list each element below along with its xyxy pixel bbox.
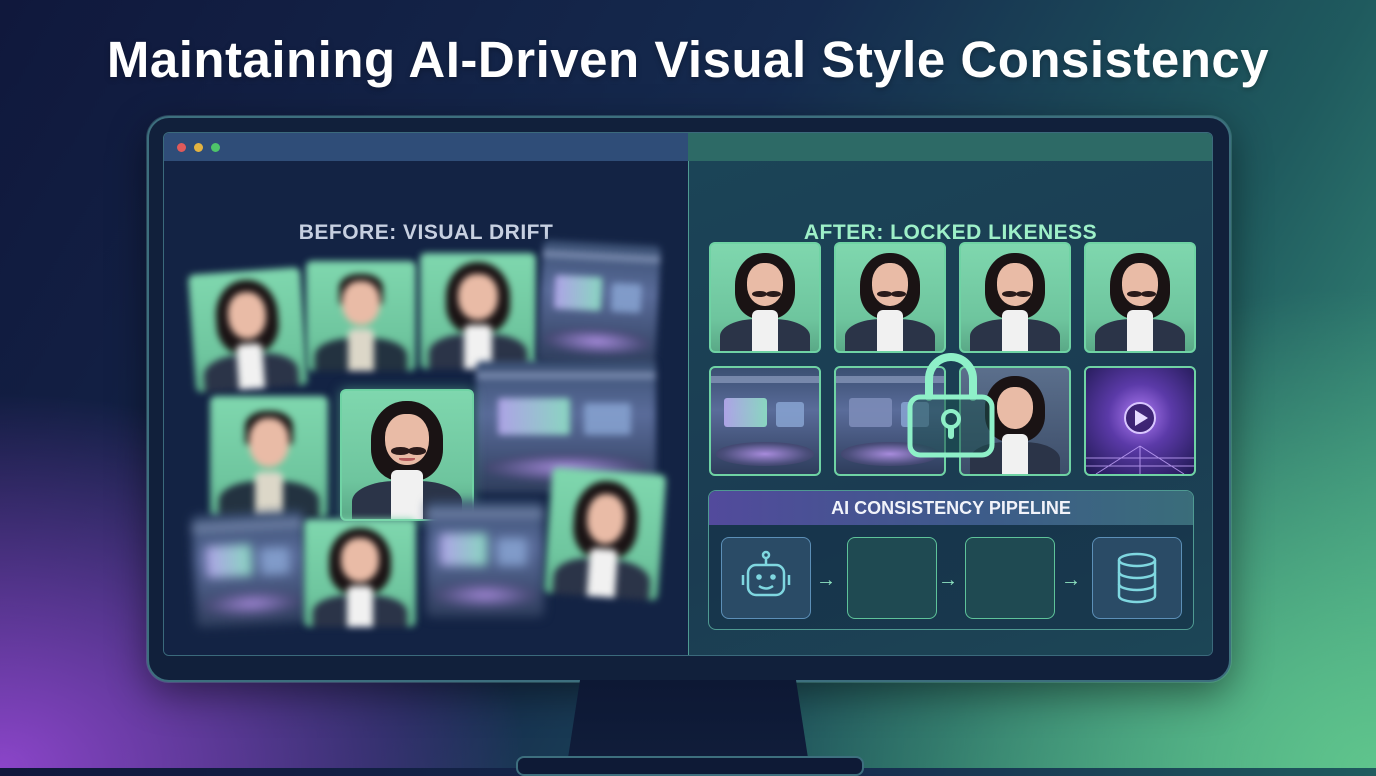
locked-portrait-tile — [959, 242, 1071, 353]
pipeline-step-2[interactable] — [847, 537, 937, 619]
pipeline-arrow: → — [1061, 569, 1081, 591]
locked-portrait-tile — [709, 242, 821, 353]
drift-portrait-tile — [188, 267, 308, 393]
monitor-stand — [568, 680, 808, 758]
before-pane: BEFORE: VISUAL DRIFT — [164, 161, 688, 655]
drift-studio-tile — [426, 501, 544, 617]
locked-portrait-tile — [1084, 242, 1196, 353]
drift-portrait-tile — [306, 261, 416, 371]
consistency-pipeline: AI CONSISTENCY PIPELINE → → → — [708, 490, 1194, 630]
page-title: Maintaining AI-Driven Visual Style Consi… — [106, 31, 1270, 88]
pipeline-title: AI CONSISTENCY PIPELINE — [709, 491, 1193, 525]
monitor-base — [516, 756, 864, 776]
padlock-icon — [907, 353, 995, 458]
pipeline-arrow: → — [938, 569, 958, 591]
locked-portrait-tile — [834, 242, 946, 353]
before-heading: BEFORE: VISUAL DRIFT — [298, 221, 554, 244]
pipeline-step-database[interactable] — [1092, 537, 1182, 619]
drift-studio-tile — [536, 239, 662, 369]
video-tunnel-tile — [1084, 366, 1196, 476]
window-titlebar — [164, 133, 1212, 161]
minimize-window-dot[interactable] — [194, 143, 203, 152]
pipeline-step-ai-model[interactable] — [721, 537, 811, 619]
pipeline-arrow: → — [816, 569, 836, 591]
drift-studio-tile — [191, 510, 309, 628]
pipeline-step-3[interactable] — [965, 537, 1055, 619]
drift-portrait-tile — [420, 253, 536, 369]
close-window-dot[interactable] — [177, 143, 186, 152]
drift-portrait-tile — [210, 396, 328, 518]
database-icon — [1117, 552, 1157, 604]
drift-portrait-tile — [543, 467, 667, 601]
drift-portrait-tile — [304, 519, 416, 627]
maximize-window-dot[interactable] — [211, 143, 220, 152]
robot-icon — [741, 550, 791, 597]
play-icon — [1086, 402, 1194, 474]
locked-studio-tile — [709, 366, 821, 476]
